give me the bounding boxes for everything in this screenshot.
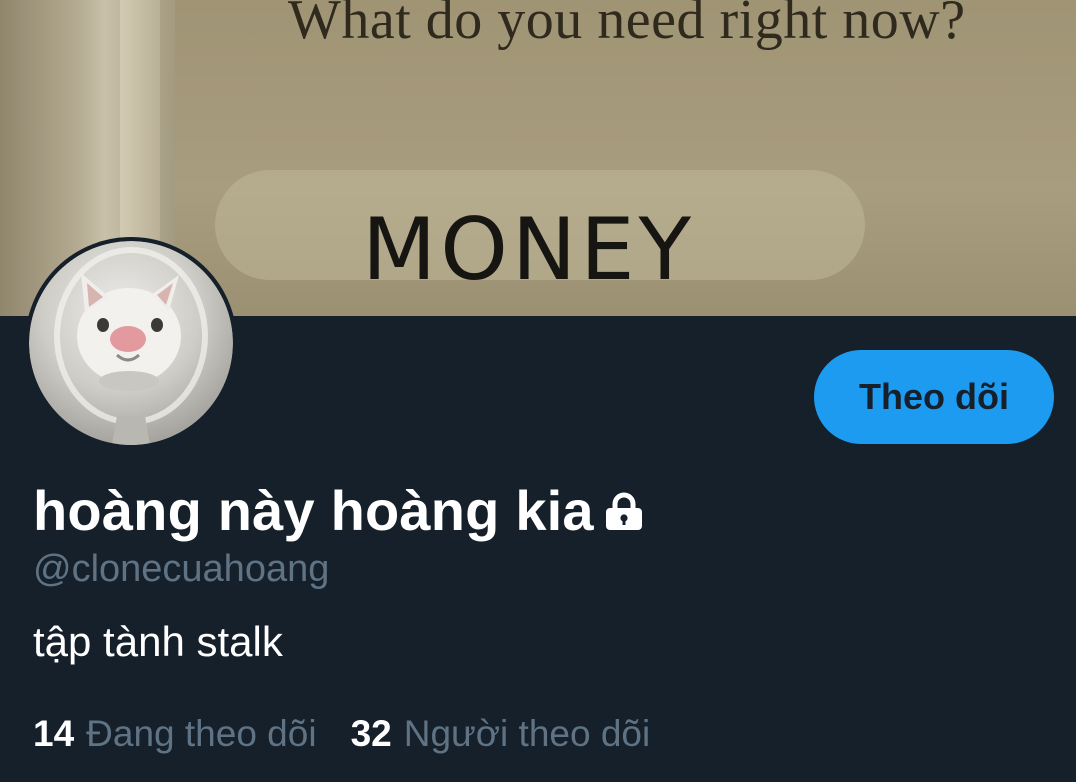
following-label: Đang theo dõi: [86, 713, 317, 754]
profile-handle: @clonecuahoang: [33, 548, 330, 590]
profile-bio: tập tành stalk: [33, 618, 283, 665]
following-link[interactable]: 14 Đang theo dõi: [33, 713, 317, 755]
banner-answer-text: MONEY: [362, 200, 696, 300]
display-name: hoàng này hoàng kia: [33, 479, 594, 542]
following-count: 14: [33, 713, 75, 754]
display-name-row: hoàng này hoàng kia: [33, 478, 646, 543]
profile-stats: 14 Đang theo dõi 32 Người theo dõi: [33, 713, 650, 755]
avatar[interactable]: [25, 237, 237, 449]
follow-button[interactable]: Theo dõi: [814, 350, 1054, 444]
banner-question-text: What do you need right now?: [288, 0, 966, 51]
followers-link[interactable]: 32 Người theo dõi: [351, 713, 651, 755]
followers-label: Người theo dõi: [403, 713, 651, 754]
profile-page: What do you need right now? MONEY Theo d…: [0, 0, 1076, 782]
cat-in-spoon-illustration: [54, 247, 208, 445]
lock-icon: [602, 492, 646, 537]
followers-count: 32: [350, 713, 392, 754]
